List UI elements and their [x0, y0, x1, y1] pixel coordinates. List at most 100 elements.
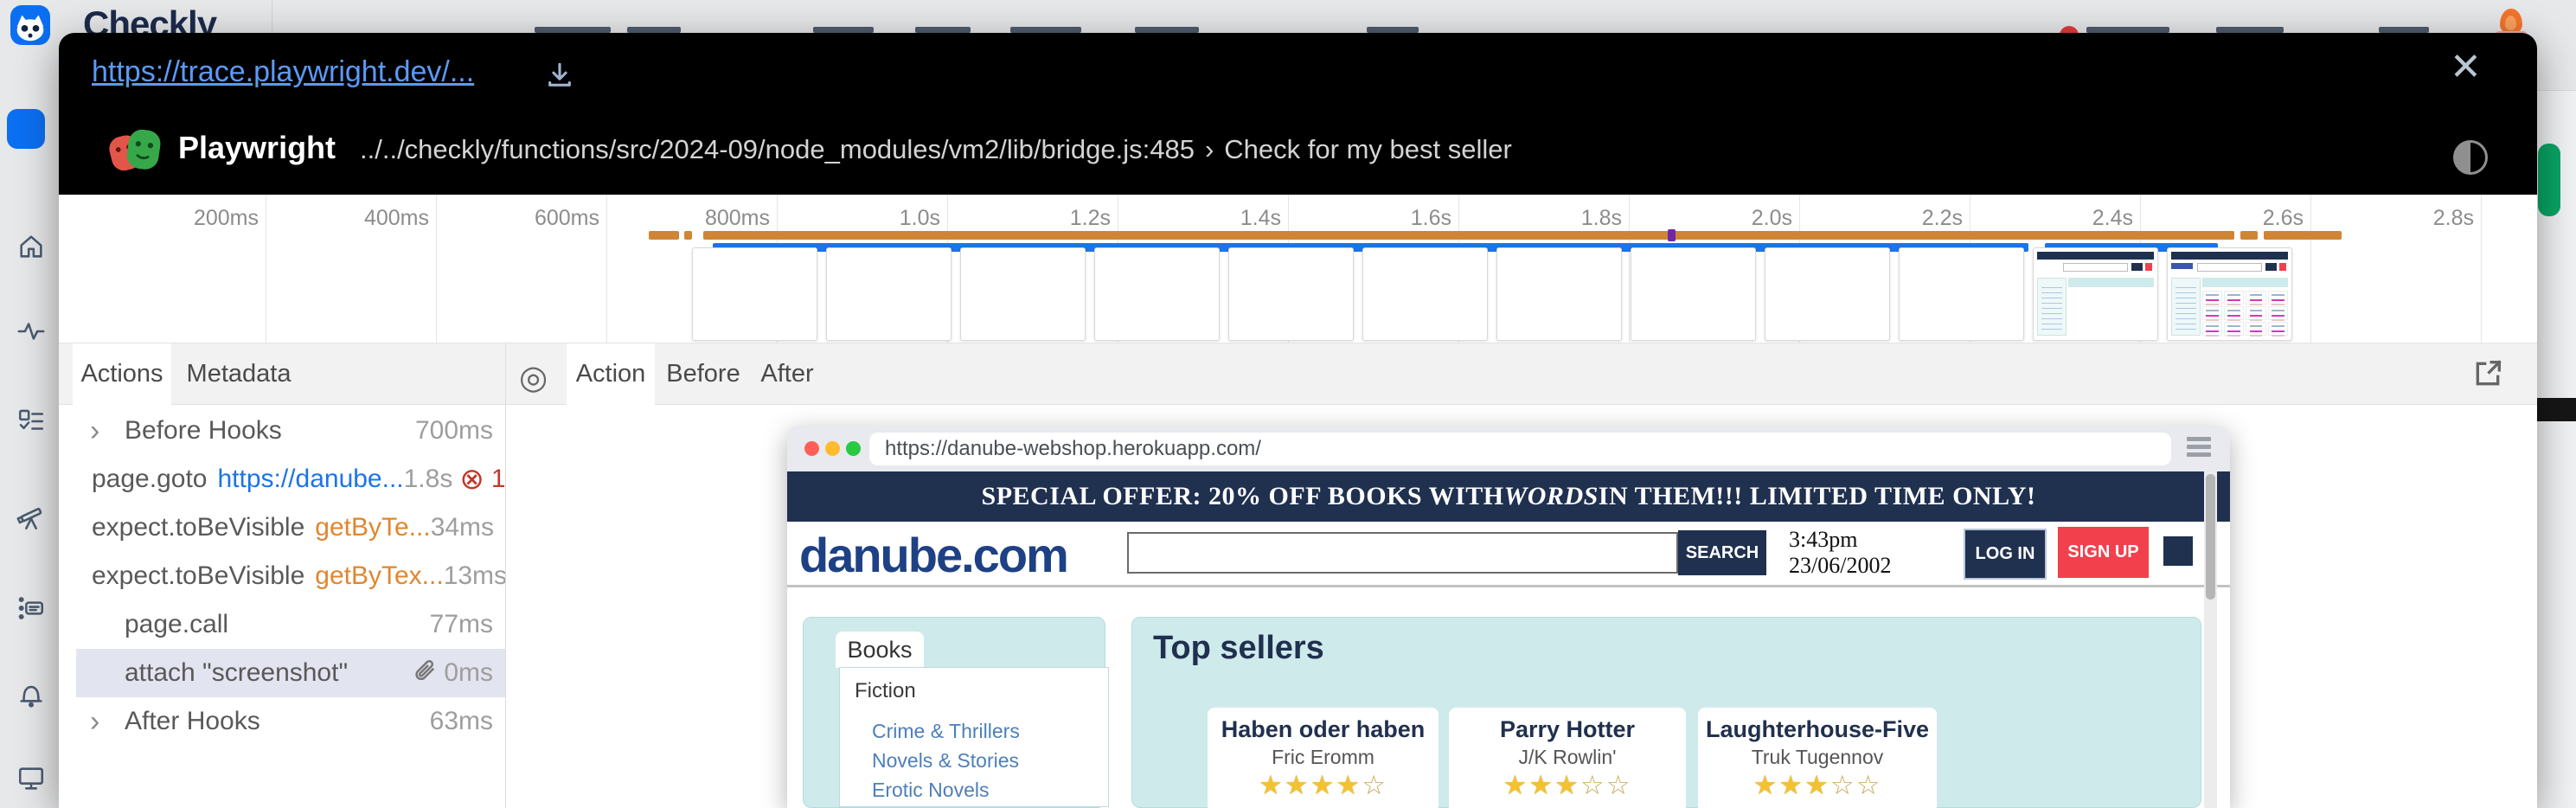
- modal-header: https://trace.playwright.dev/... ✕ Playw…: [59, 33, 2537, 195]
- rating-stars: ★★★★☆: [1208, 770, 1439, 801]
- screenshot-browser-window: https://danube-webshop.herokuapp.com/ SP…: [787, 426, 2230, 808]
- monitoring-pulse-icon[interactable]: [16, 317, 46, 346]
- network-bar: [684, 231, 692, 240]
- rating-stars: ★★★☆☆: [1698, 770, 1937, 801]
- books-panel: Books Fiction Crime & Thrillers Novels &…: [803, 617, 1105, 808]
- dashboards-monitor-icon[interactable]: [16, 764, 46, 793]
- filmstrip-thumbnail[interactable]: [1899, 247, 2024, 341]
- alerts-bell-icon[interactable]: [16, 681, 46, 710]
- flame-icon: [2500, 9, 2522, 35]
- signup-button[interactable]: SIGN UP: [2058, 527, 2149, 578]
- tab-actions[interactable]: Actions: [73, 343, 171, 405]
- timeline-tick-label: 2.0s: [1752, 206, 1799, 231]
- filmstrip-thumbnail[interactable]: [1228, 247, 1354, 341]
- tab-before[interactable]: Before: [662, 343, 745, 404]
- runtimes-icon[interactable]: [16, 593, 46, 623]
- book-card[interactable]: Haben oder haben Fric Eromm ★★★★☆: [1208, 708, 1439, 808]
- test-location: ../../checkly/functions/src/2024-09/node…: [360, 134, 1512, 165]
- paperclip-icon: [411, 657, 437, 689]
- timeline-tick-label: 2.8s: [2433, 206, 2481, 231]
- network-bar: [2264, 231, 2342, 240]
- book-card[interactable]: Laughterhouse-Five Truk Tugennov ★★★☆☆: [1698, 708, 1937, 808]
- category-link-erotic[interactable]: Erotic Novels: [872, 779, 989, 802]
- page-scrollbar-thumb[interactable]: [2206, 474, 2215, 600]
- filmstrip-thumbnail[interactable]: [826, 247, 952, 341]
- timeline-tick-label: 800ms: [705, 206, 777, 231]
- site-logo[interactable]: danube.com: [799, 527, 1067, 583]
- filmstrip-thumbnail[interactable]: [1631, 247, 1756, 341]
- maximize-traffic-light: [846, 441, 861, 456]
- home-icon[interactable]: [16, 232, 46, 261]
- actions-tabbar: Actions Metadata: [59, 343, 505, 405]
- close-icon[interactable]: ✕: [2450, 45, 2482, 89]
- category-section-label: Fiction: [855, 679, 916, 703]
- tab-after[interactable]: After: [752, 343, 823, 404]
- timeline-gridline: [606, 195, 607, 343]
- site-header: danube.com SEARCH 3:43pm 23/06/2002 LOG …: [787, 522, 2230, 586]
- filmstrip-thumbnail[interactable]: [1094, 247, 1220, 341]
- search-input[interactable]: [1127, 532, 1678, 574]
- timeline-gridline: [2310, 195, 2311, 343]
- category-list: Fiction Crime & Thrillers Novels & Stori…: [839, 667, 1109, 807]
- open-external-icon[interactable]: [2470, 356, 2505, 391]
- books-tab[interactable]: Books: [836, 632, 924, 668]
- promo-banner: SPECIAL OFFER: 20% OFF BOOKS WITH WORDS …: [787, 471, 2230, 522]
- filmstrip-thumbnail[interactable]: [692, 247, 817, 341]
- panel-divider[interactable]: [505, 343, 506, 808]
- timeline-tick-label: 200ms: [194, 206, 266, 231]
- network-bar: [703, 231, 2234, 240]
- action-row-attach-screenshot[interactable]: attach "screenshot" 0ms: [59, 649, 505, 697]
- tab-metadata[interactable]: Metadata: [187, 343, 291, 404]
- filmstrip-thumbnail[interactable]: [2167, 247, 2292, 341]
- action-row-page-call[interactable]: page.call 77ms: [59, 600, 505, 649]
- timeline-tick-label: 2.4s: [2092, 206, 2140, 231]
- timeline-gridline: [436, 195, 437, 343]
- address-bar: https://danube-webshop.herokuapp.com/: [869, 433, 2171, 465]
- timeline-tick-label: 1.6s: [1411, 206, 1458, 231]
- filmstrip-thumbnail[interactable]: [2033, 247, 2158, 341]
- topsellers-panel: Top sellers Haben oder haben Fric Eromm …: [1131, 617, 2201, 808]
- occluded-dark-element: [2537, 398, 2576, 421]
- cart-button[interactable]: [2163, 536, 2193, 566]
- category-link-novels[interactable]: Novels & Stories: [872, 749, 1019, 773]
- checkly-logo[interactable]: [10, 5, 50, 45]
- filmstrip-thumbnail[interactable]: [1765, 247, 1890, 341]
- color-scheme-toggle-icon[interactable]: [2453, 140, 2488, 175]
- filmstrip-thumbnail[interactable]: [1362, 247, 1488, 341]
- filmstrip-thumbnail[interactable]: [960, 247, 1086, 341]
- timeline-tick-label: 1.0s: [900, 206, 947, 231]
- action-row-expect-2[interactable]: expect.toBeVisible getByTex... 13ms: [59, 552, 505, 600]
- playwright-masks-logo: [106, 121, 164, 180]
- checks-list-icon[interactable]: [16, 407, 46, 436]
- test-title: Check for my best seller: [1224, 134, 1512, 164]
- action-row-before-hooks[interactable]: › Before Hooks 700ms: [59, 407, 505, 455]
- header-rule: [787, 585, 2230, 587]
- sidebar-active-item[interactable]: [7, 109, 45, 149]
- book-card[interactable]: Parry Hotter J/K Rowlin' ★★★☆☆: [1449, 708, 1686, 808]
- download-icon[interactable]: [545, 61, 574, 90]
- menu-icon: [2187, 437, 2211, 460]
- search-button[interactable]: SEARCH: [1678, 530, 1766, 575]
- timeline-tick-label: 2.6s: [2263, 206, 2310, 231]
- timeline-tick-label: 1.4s: [1240, 206, 1288, 231]
- screen: Checkly https://trace.playwright.d: [0, 0, 2576, 808]
- timeline-tick-label: 1.2s: [1070, 206, 1118, 231]
- timeline-gridline: [1629, 195, 1630, 343]
- action-row-after-hooks[interactable]: › After Hooks 63ms: [59, 697, 505, 746]
- browser-chrome: https://danube-webshop.herokuapp.com/: [787, 426, 2230, 471]
- telescope-icon[interactable]: [16, 503, 46, 532]
- tab-action[interactable]: Action: [567, 343, 655, 405]
- filmstrip-thumbnail[interactable]: [1496, 247, 1622, 341]
- trace-url-link[interactable]: https://trace.playwright.dev/...: [92, 55, 474, 89]
- category-link-crime[interactable]: Crime & Thrillers: [872, 720, 1020, 743]
- close-traffic-light: [804, 441, 819, 456]
- minimize-traffic-light: [825, 441, 840, 456]
- timeline-tick-label: 400ms: [364, 206, 436, 231]
- network-bar: [2240, 231, 2258, 240]
- pick-locator-icon[interactable]: ◎: [519, 358, 548, 397]
- login-button[interactable]: LOG IN: [1964, 529, 2047, 580]
- datetime-label: 3:43pm 23/06/2002: [1789, 530, 1936, 575]
- raccoon-icon: [10, 5, 50, 45]
- action-row-page-goto[interactable]: page.goto https://danube... 1.8s ⊗ 1: [59, 455, 505, 503]
- action-row-expect-1[interactable]: expect.toBeVisible getByTe... 34ms: [59, 503, 505, 552]
